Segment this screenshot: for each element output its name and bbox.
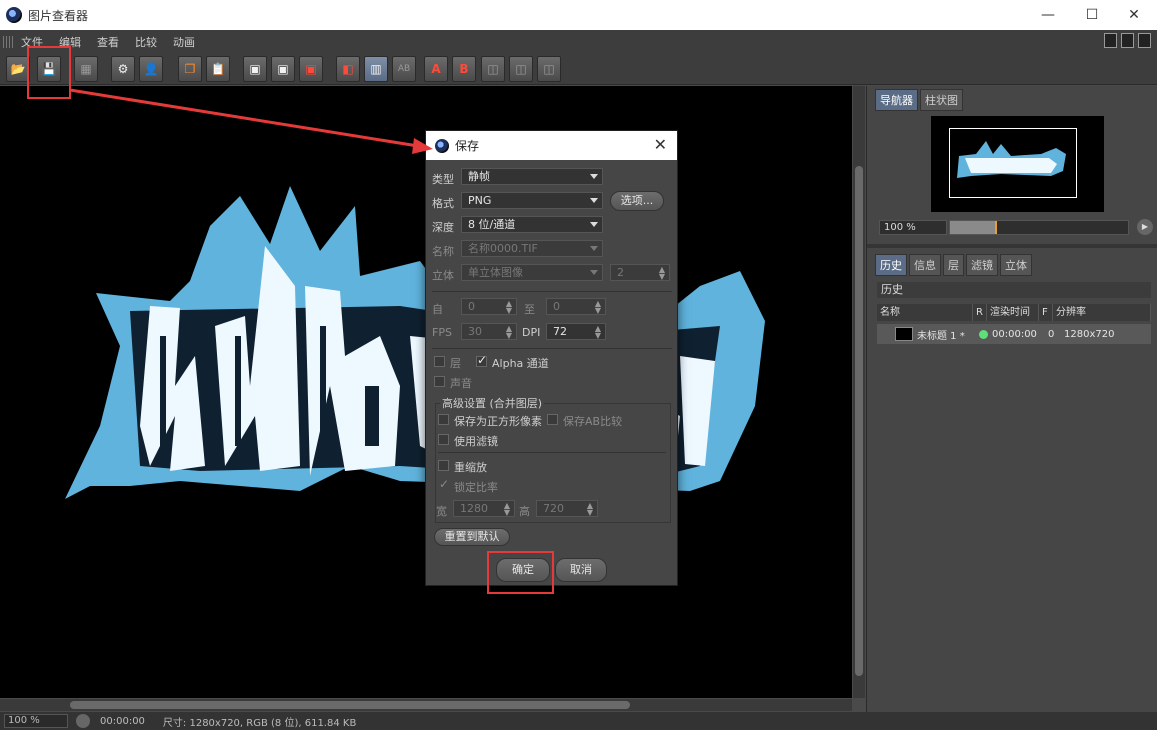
annotation-arrow-line — [69, 88, 419, 148]
annotation-arrow-head — [412, 138, 433, 154]
annotation-arrow-layer — [69, 88, 433, 154]
